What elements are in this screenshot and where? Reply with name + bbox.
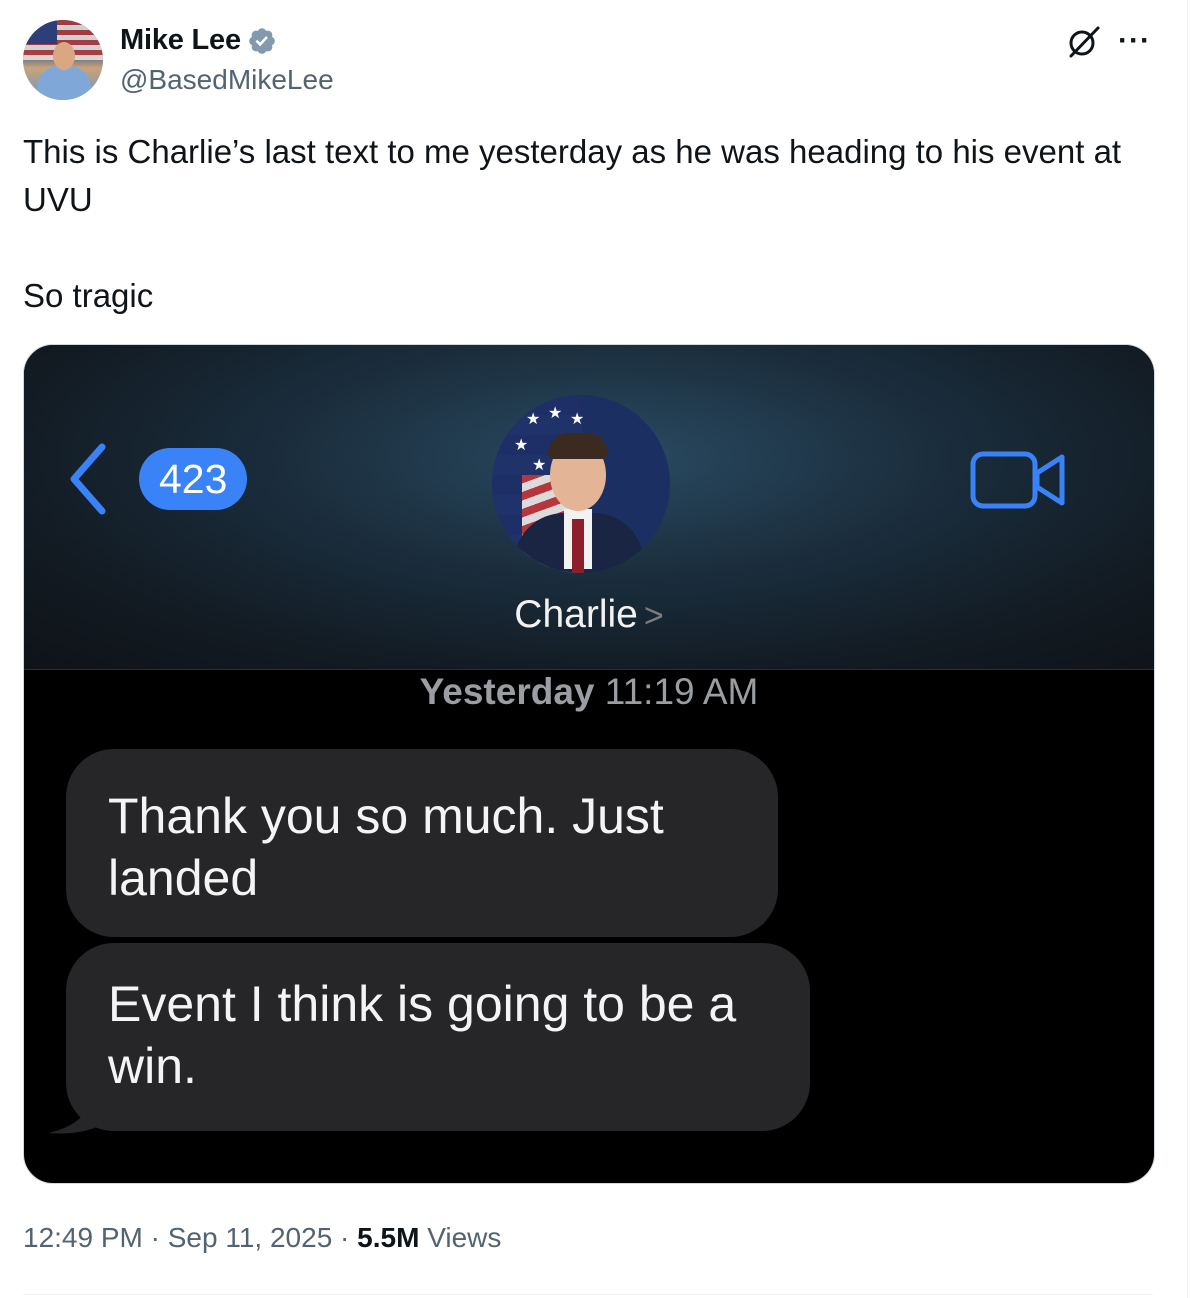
message-timestamp: Yesterday 11:19 AM bbox=[24, 671, 1154, 713]
author-name-row: Mike Lee bbox=[120, 24, 277, 57]
star-icon: ★ bbox=[526, 411, 541, 428]
chevron-right-icon: > bbox=[643, 597, 664, 635]
tweet-meta: 12:49 PM · Sep 11, 2025 · 5.5M Views bbox=[23, 1222, 501, 1254]
author-display-name[interactable]: Mike Lee bbox=[120, 24, 241, 57]
tweet-date[interactable]: Sep 11, 2025 bbox=[168, 1222, 333, 1253]
avatar-shirt bbox=[37, 66, 91, 100]
tweet-media-image[interactable]: 423 ★ ★ ★ ★ ★ Charlie > Yesterday 11:19 A… bbox=[23, 344, 1155, 1184]
message-bubble: Thank you so much. Just landed bbox=[66, 749, 778, 937]
author-avatar[interactable] bbox=[23, 20, 103, 100]
grok-icon[interactable] bbox=[1066, 24, 1102, 60]
video-call-icon bbox=[970, 451, 1065, 509]
star-icon: ★ bbox=[548, 405, 563, 422]
avatar-flag-canton bbox=[23, 20, 57, 44]
timestamp-time: 11:19 AM bbox=[604, 671, 759, 712]
author-handle[interactable]: @BasedMikeLee bbox=[120, 64, 334, 96]
messages-header: 423 ★ ★ ★ ★ ★ Charlie > bbox=[24, 345, 1154, 670]
separator-dot: · bbox=[150, 1222, 168, 1253]
contact-avatar-tie bbox=[572, 519, 584, 573]
timestamp-day: Yesterday bbox=[419, 671, 595, 712]
star-icon: ★ bbox=[532, 457, 547, 474]
unread-count-badge: 423 bbox=[139, 448, 248, 510]
views-label: Views bbox=[427, 1222, 502, 1253]
more-icon[interactable]: ··· bbox=[1118, 26, 1151, 56]
back-chevron-icon bbox=[70, 443, 106, 515]
avatar-face bbox=[53, 42, 75, 70]
star-icon: ★ bbox=[514, 437, 529, 454]
column-divider bbox=[1187, 0, 1188, 1298]
contact-avatar-hair bbox=[548, 433, 608, 459]
star-icon: ★ bbox=[570, 411, 585, 428]
contact-avatar: ★ ★ ★ ★ ★ bbox=[492, 395, 670, 573]
views-count: 5.5M bbox=[357, 1222, 420, 1253]
tweet-text: This is Charlie’s last text to me yester… bbox=[23, 133, 1122, 314]
contact-name-row: Charlie > bbox=[24, 593, 1154, 637]
contact-name: Charlie bbox=[514, 593, 638, 636]
message-bubble: Event I think is going to be a win. bbox=[66, 943, 810, 1131]
verified-badge-icon[interactable] bbox=[247, 26, 277, 56]
separator-dot: · bbox=[340, 1222, 358, 1253]
divider bbox=[23, 1294, 1153, 1295]
tweet-time[interactable]: 12:49 PM bbox=[23, 1222, 143, 1253]
